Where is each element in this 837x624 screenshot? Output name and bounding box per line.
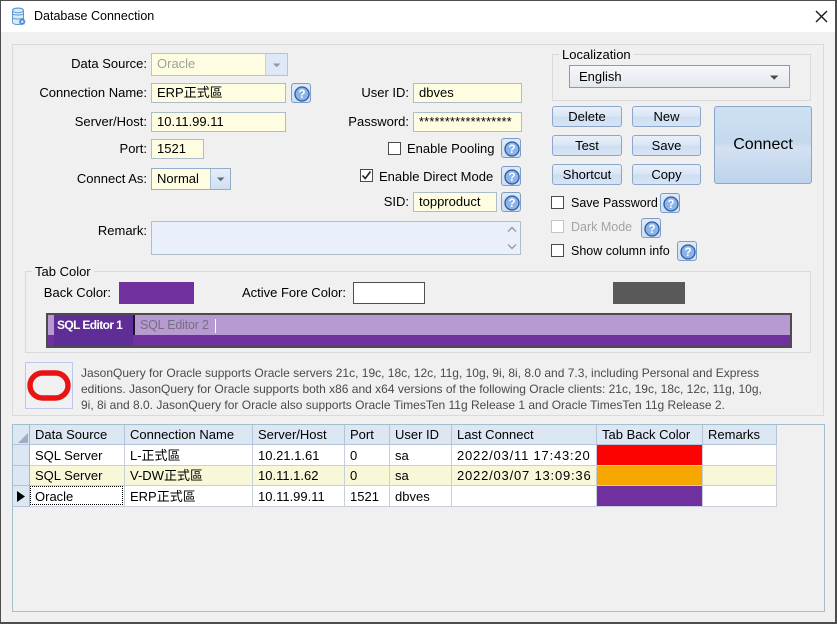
svg-text:?: ? [648,224,655,236]
svg-text:?: ? [667,199,674,211]
svg-text:?: ? [508,144,515,156]
svg-text:?: ? [508,172,515,184]
svg-text:?: ? [684,247,691,259]
svg-text:?: ? [508,198,515,210]
